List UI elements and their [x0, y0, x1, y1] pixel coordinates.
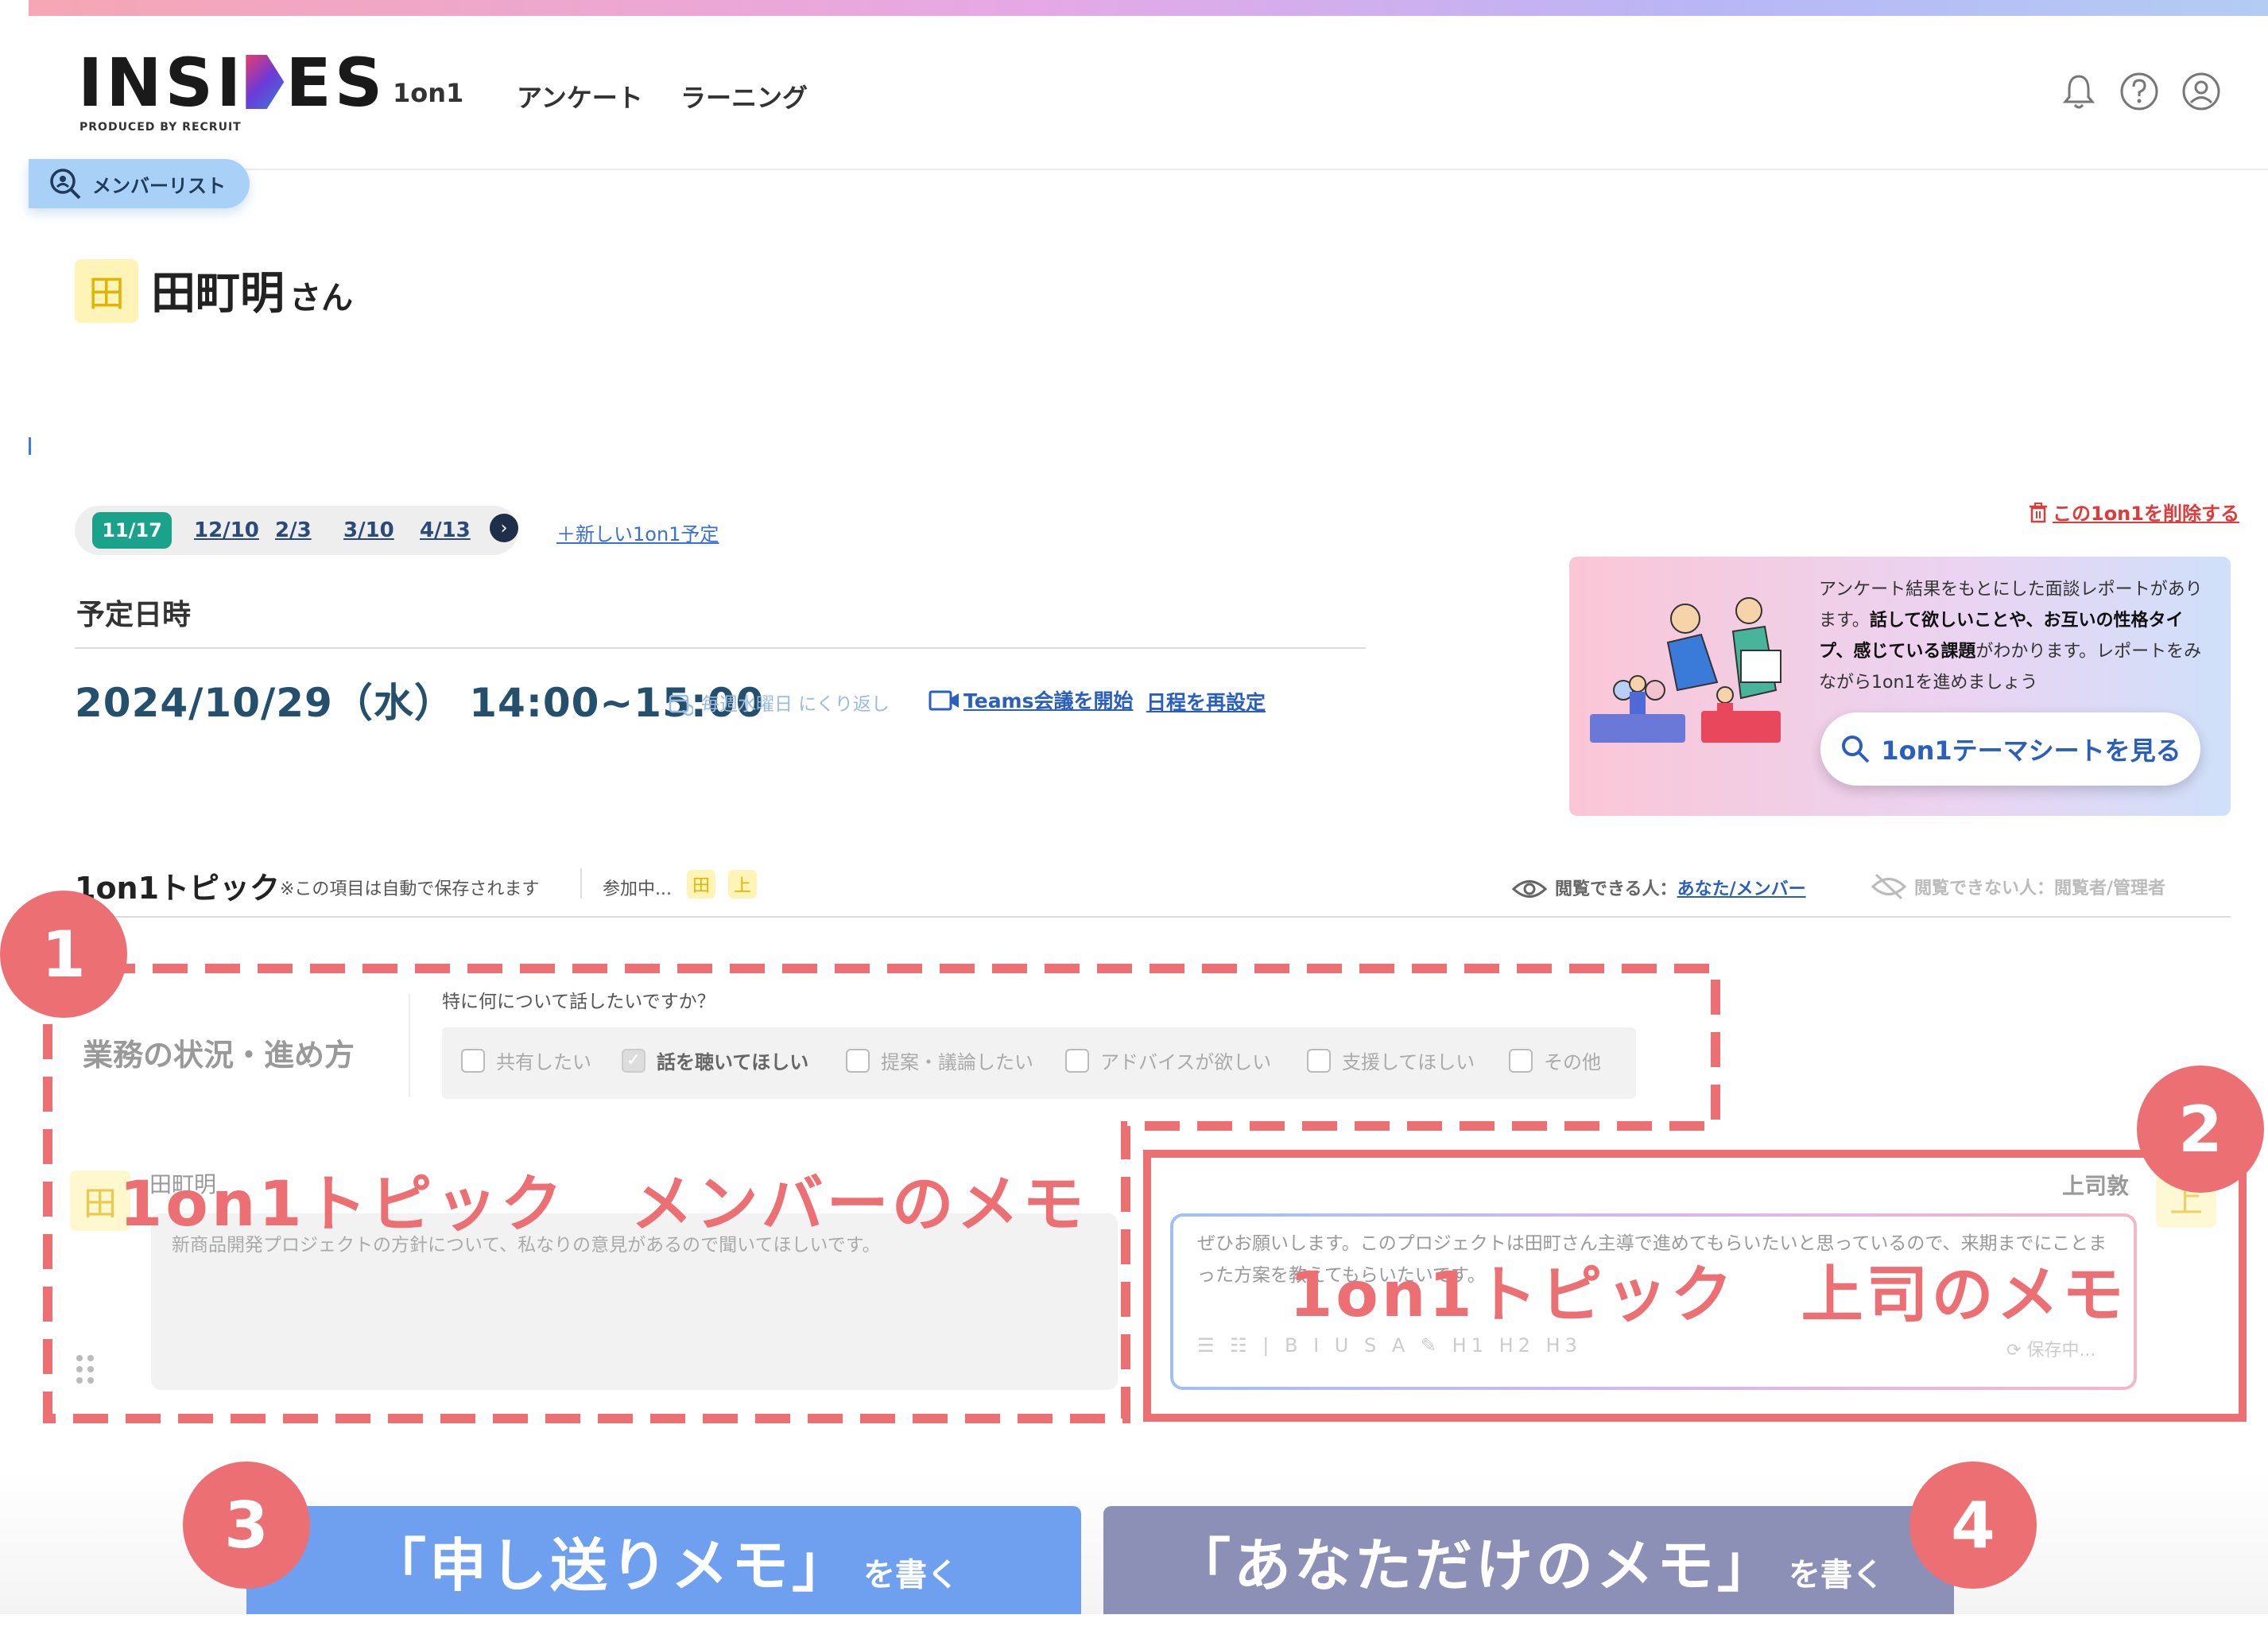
person-avatar: 田	[75, 259, 138, 323]
overlay-label-boss: 1on1トピック 上司のメモ	[1289, 1260, 2127, 1331]
badge-4: 4	[1909, 1461, 2037, 1589]
text-cursor	[29, 437, 31, 455]
reschedule-link[interactable]: 日程を再設定	[1146, 687, 1266, 716]
person-name: 田町明 さん	[151, 268, 353, 320]
divider	[580, 868, 582, 899]
viewable-by[interactable]: 閲覧できる人：あなた/メンバー	[1511, 875, 1806, 901]
handover-memo-button[interactable]: 「申し送りメモ」 を書く	[246, 1506, 1081, 1614]
divider	[409, 994, 410, 1097]
logo-d-mark-icon	[246, 55, 285, 109]
schedule-datetime: 2024/10/29（水） 14:00~15:00	[75, 680, 765, 726]
option-advice[interactable]: アドバイスが欲しい	[1065, 1046, 1271, 1074]
participant-avatar: 田	[687, 870, 715, 899]
private-memo-button[interactable]: 「あなただけのメモ」 を書く	[1103, 1506, 1954, 1614]
logo-subtitle: PRODUCED BY RECRUIT	[79, 121, 242, 134]
participants-label: 参加中...	[603, 879, 672, 899]
checkbox-checked[interactable]: ✓	[622, 1048, 646, 1073]
date-tab[interactable]: 12/10	[194, 518, 259, 542]
checkbox[interactable]	[1509, 1048, 1533, 1073]
member-list-label: メンバーリスト	[92, 174, 226, 197]
checkbox[interactable]	[846, 1048, 870, 1073]
nav-learning[interactable]: ラーニング	[680, 78, 808, 115]
user-icon[interactable]	[2180, 70, 2223, 113]
page-bottom	[0, 1614, 2268, 1642]
top-gradient-bar	[29, 0, 2268, 16]
delete-1on1-link[interactable]: この1on1を削除する	[2029, 498, 2239, 526]
checkbox[interactable]	[1065, 1048, 1089, 1073]
date-tab[interactable]: 3/10	[343, 518, 394, 542]
topic-divider	[75, 916, 2231, 918]
not-viewable-by: 閲覧できない人：閲覧者/管理者	[1871, 873, 2165, 900]
drag-handle-icon[interactable]	[73, 1353, 97, 1385]
trash-icon	[2030, 503, 2047, 523]
date-tab[interactable]: 2/3	[275, 518, 312, 542]
topic-item-title: 業務の状況・進め方	[83, 1038, 355, 1073]
auto-save-note: ※この項目は自動で保存されます	[280, 879, 540, 899]
member-list-tab[interactable]: メンバーリスト	[29, 159, 250, 208]
help-icon[interactable]	[2118, 70, 2161, 113]
date-tab-selected[interactable]: 11/17	[92, 512, 172, 549]
participant-avatar: 上	[728, 870, 757, 899]
question-label: 特に何について話したいですか？	[442, 992, 715, 1012]
teams-start-link[interactable]: Teams会議を開始	[929, 685, 1134, 714]
promo-description: アンケート結果をもとにした面談レポートがあります。話して欲しいことや、お互いの性…	[1819, 580, 2203, 693]
option-support[interactable]: 支援してほしい	[1307, 1046, 1475, 1074]
checkbox[interactable]	[461, 1048, 485, 1073]
date-tab[interactable]: 4/13	[420, 518, 471, 542]
option-propose[interactable]: 提案・議論したい	[846, 1046, 1033, 1074]
header-divider	[29, 169, 2268, 170]
checkbox[interactable]	[1307, 1048, 1331, 1073]
bell-icon[interactable]	[2057, 70, 2100, 113]
calendar-repeat-icon	[669, 694, 695, 716]
option-share[interactable]: 共有したい	[461, 1046, 591, 1074]
nav-1on1[interactable]: 1on1	[393, 78, 463, 108]
video-camera-icon	[929, 690, 959, 711]
topic-title: 1on1トピック	[75, 871, 281, 906]
badge-1: 1	[0, 891, 127, 1018]
option-other[interactable]: その他	[1509, 1046, 1601, 1074]
eye-icon	[1511, 880, 1548, 898]
option-listen[interactable]: ✓ 話を聴いてほしい	[622, 1046, 808, 1074]
new-plan-link[interactable]: ＋新しい1on1予定	[556, 518, 719, 546]
insides-logo[interactable]: INSI ES	[78, 49, 386, 116]
schedule-divider	[75, 647, 1366, 649]
eye-off-icon	[1871, 873, 1907, 900]
search-person-icon	[50, 169, 81, 200]
chevron-right-icon[interactable]: ›	[490, 514, 518, 542]
repeat-setting[interactable]: 毎週水曜日 にくり返し	[669, 689, 890, 716]
overlay-label-member: 1on1トピック メンバーのメモ	[119, 1169, 1087, 1240]
nav-survey[interactable]: アンケート	[517, 78, 643, 115]
search-icon	[1842, 736, 1870, 763]
badge-2: 2	[2137, 1066, 2264, 1193]
schedule-label: 予定日時	[76, 599, 192, 631]
theme-sheet-button[interactable]: 1on1テーマシートを見る	[1820, 712, 2200, 786]
meeting-illustration-icon	[1590, 597, 1781, 743]
badge-3: 3	[183, 1461, 310, 1589]
